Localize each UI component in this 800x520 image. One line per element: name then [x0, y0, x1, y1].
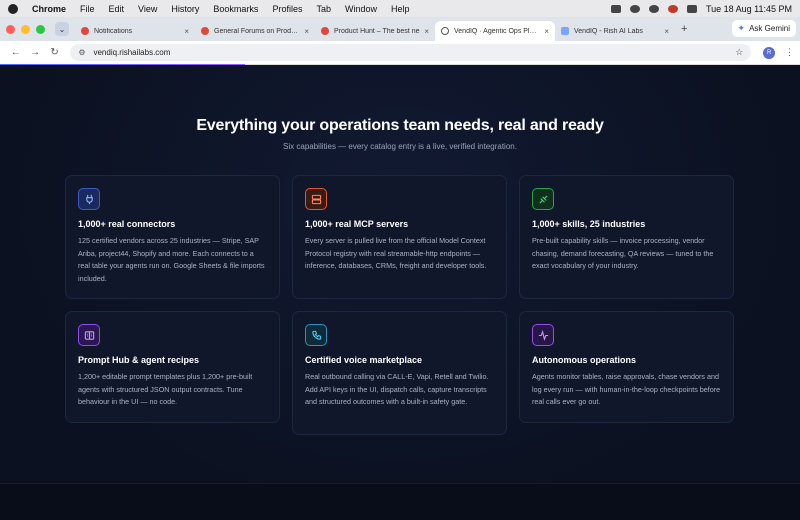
- macos-menubar: Chrome File Edit View History Bookmarks …: [0, 0, 800, 17]
- menu-bookmarks[interactable]: Bookmarks: [213, 4, 258, 14]
- battery-icon[interactable]: [610, 4, 621, 13]
- server-icon: [305, 188, 327, 210]
- wifi-icon[interactable]: [629, 4, 640, 13]
- window-controls: [6, 24, 45, 34]
- profile-avatar[interactable]: R: [763, 46, 775, 59]
- menu-edit[interactable]: Edit: [109, 4, 125, 14]
- globe-icon: [441, 27, 449, 35]
- tab-vendiq-rish[interactable]: VendIQ - Rish AI Labs ×: [555, 21, 675, 41]
- section-subtitle: Six capabilities — every catalog entry i…: [283, 142, 517, 151]
- card-description: Agents monitor tables, raise approvals, …: [532, 372, 721, 406]
- book-icon: [78, 324, 100, 346]
- close-window-icon[interactable]: [6, 24, 15, 34]
- tab-title: VendIQ - Rish AI Labs: [574, 27, 643, 35]
- producthunt-icon: [321, 27, 329, 35]
- tab-title: General Forums on Product: [214, 27, 301, 35]
- menubar-status-area: Tue 18 Aug 11:45 PM: [610, 0, 792, 17]
- maximize-window-icon[interactable]: [36, 24, 45, 34]
- producthunt-icon: [201, 27, 209, 35]
- control-center-icon[interactable]: [686, 4, 697, 13]
- card-description: Pre-built capability skills — invoice pr…: [532, 236, 714, 270]
- close-tab-icon[interactable]: ×: [184, 27, 189, 36]
- ask-gemini-button[interactable]: ✦ Ask Gemini: [731, 20, 796, 37]
- address-bar[interactable]: ⚙ vendiq.rishailabs.com ☆: [70, 44, 752, 61]
- puzzle-icon: [532, 188, 554, 210]
- menu-file[interactable]: File: [80, 4, 95, 14]
- card-description: Every server is pulled live from the off…: [305, 236, 487, 270]
- capability-card-skills: 1,000+ skills, 25 industries Pre-built c…: [519, 175, 734, 299]
- tab-title: VendIQ · Agentic Ops Platfo: [454, 27, 541, 35]
- tab-vendiq-agentic-ops[interactable]: VendIQ · Agentic Ops Platfo ×: [435, 21, 555, 41]
- capability-card-prompt-hub: Prompt Hub & agent recipes 1,200+ editab…: [65, 311, 280, 423]
- card-description: 125 certified vendors across 25 industri…: [78, 236, 265, 283]
- menu-window[interactable]: Window: [345, 4, 377, 14]
- site-info-icon[interactable]: ⚙: [78, 48, 85, 57]
- more-menu-icon[interactable]: ⋮: [785, 47, 794, 58]
- record-icon[interactable]: [667, 4, 678, 13]
- capability-card-connectors: 1,000+ real connectors 125 certified ven…: [65, 175, 280, 299]
- capability-card-autonomous-ops: Autonomous operations Agents monitor tab…: [519, 311, 734, 423]
- forward-icon[interactable]: →: [25, 47, 44, 58]
- rish-icon: [561, 27, 569, 35]
- url-text[interactable]: vendiq.rishailabs.com: [93, 48, 170, 57]
- bookmark-star-icon[interactable]: ☆: [735, 47, 743, 58]
- ask-gemini-label: Ask Gemini: [749, 24, 790, 33]
- tab-search-icon[interactable]: ⌄: [55, 22, 69, 36]
- apple-menu-icon[interactable]: [8, 3, 18, 14]
- browser-tab-strip: ⌄ Notifications × General Forums on Prod…: [0, 17, 800, 41]
- menu-app-chrome[interactable]: Chrome: [32, 4, 66, 14]
- card-title: Prompt Hub & agent recipes: [78, 355, 200, 365]
- card-title: 1,000+ real connectors: [78, 219, 176, 229]
- close-tab-icon[interactable]: ×: [424, 27, 429, 36]
- card-title: 1,000+ real MCP servers: [305, 219, 409, 229]
- next-section-edge: [0, 483, 800, 520]
- browser-toolbar: ← → ↻ ⚙ vendiq.rishailabs.com ☆ R ⋮: [0, 41, 800, 66]
- menubar-clock[interactable]: Tue 18 Aug 11:45 PM: [706, 4, 792, 14]
- reload-icon[interactable]: ↻: [45, 47, 64, 58]
- phone-icon: [305, 324, 327, 346]
- page-content: Everything your operations team needs, r…: [0, 65, 800, 520]
- menu-view[interactable]: View: [138, 4, 157, 14]
- card-title: Certified voice marketplace: [305, 355, 423, 365]
- close-tab-icon[interactable]: ×: [304, 27, 309, 36]
- activity-icon: [532, 324, 554, 346]
- menu-history[interactable]: History: [171, 4, 199, 14]
- search-icon[interactable]: [648, 4, 659, 13]
- capability-card-voice-marketplace: Certified voice marketplace Real outboun…: [292, 311, 507, 435]
- close-tab-icon[interactable]: ×: [664, 27, 669, 36]
- close-tab-icon[interactable]: ×: [544, 27, 549, 36]
- menu-profiles[interactable]: Profiles: [272, 4, 302, 14]
- minimize-window-icon[interactable]: [21, 24, 30, 34]
- menu-tab[interactable]: Tab: [316, 4, 331, 14]
- new-tab-icon[interactable]: +: [681, 23, 687, 35]
- card-title: 1,000+ skills, 25 industries: [532, 219, 646, 229]
- capability-card-mcp-servers: 1,000+ real MCP servers Every server is …: [292, 175, 507, 299]
- tab-notifications[interactable]: Notifications ×: [75, 21, 195, 41]
- tab-title: Notifications: [94, 27, 133, 35]
- back-icon[interactable]: ←: [6, 47, 25, 58]
- gemini-icon: ✦: [737, 23, 746, 33]
- section-title: Everything your operations team needs, r…: [196, 117, 604, 134]
- plug-icon: [78, 188, 100, 210]
- tab-product-hunt[interactable]: Product Hunt – The best ne ×: [315, 21, 435, 41]
- card-title: Autonomous operations: [532, 355, 636, 365]
- card-description: 1,200+ editable prompt templates plus 1,…: [78, 372, 253, 406]
- menu-help[interactable]: Help: [391, 4, 410, 14]
- tab-general-forums[interactable]: General Forums on Product ×: [195, 21, 315, 41]
- card-description: Real outbound calling via CALL-E, Vapi, …: [305, 372, 489, 406]
- tab-title: Product Hunt – The best ne: [334, 27, 420, 35]
- producthunt-icon: [81, 27, 89, 35]
